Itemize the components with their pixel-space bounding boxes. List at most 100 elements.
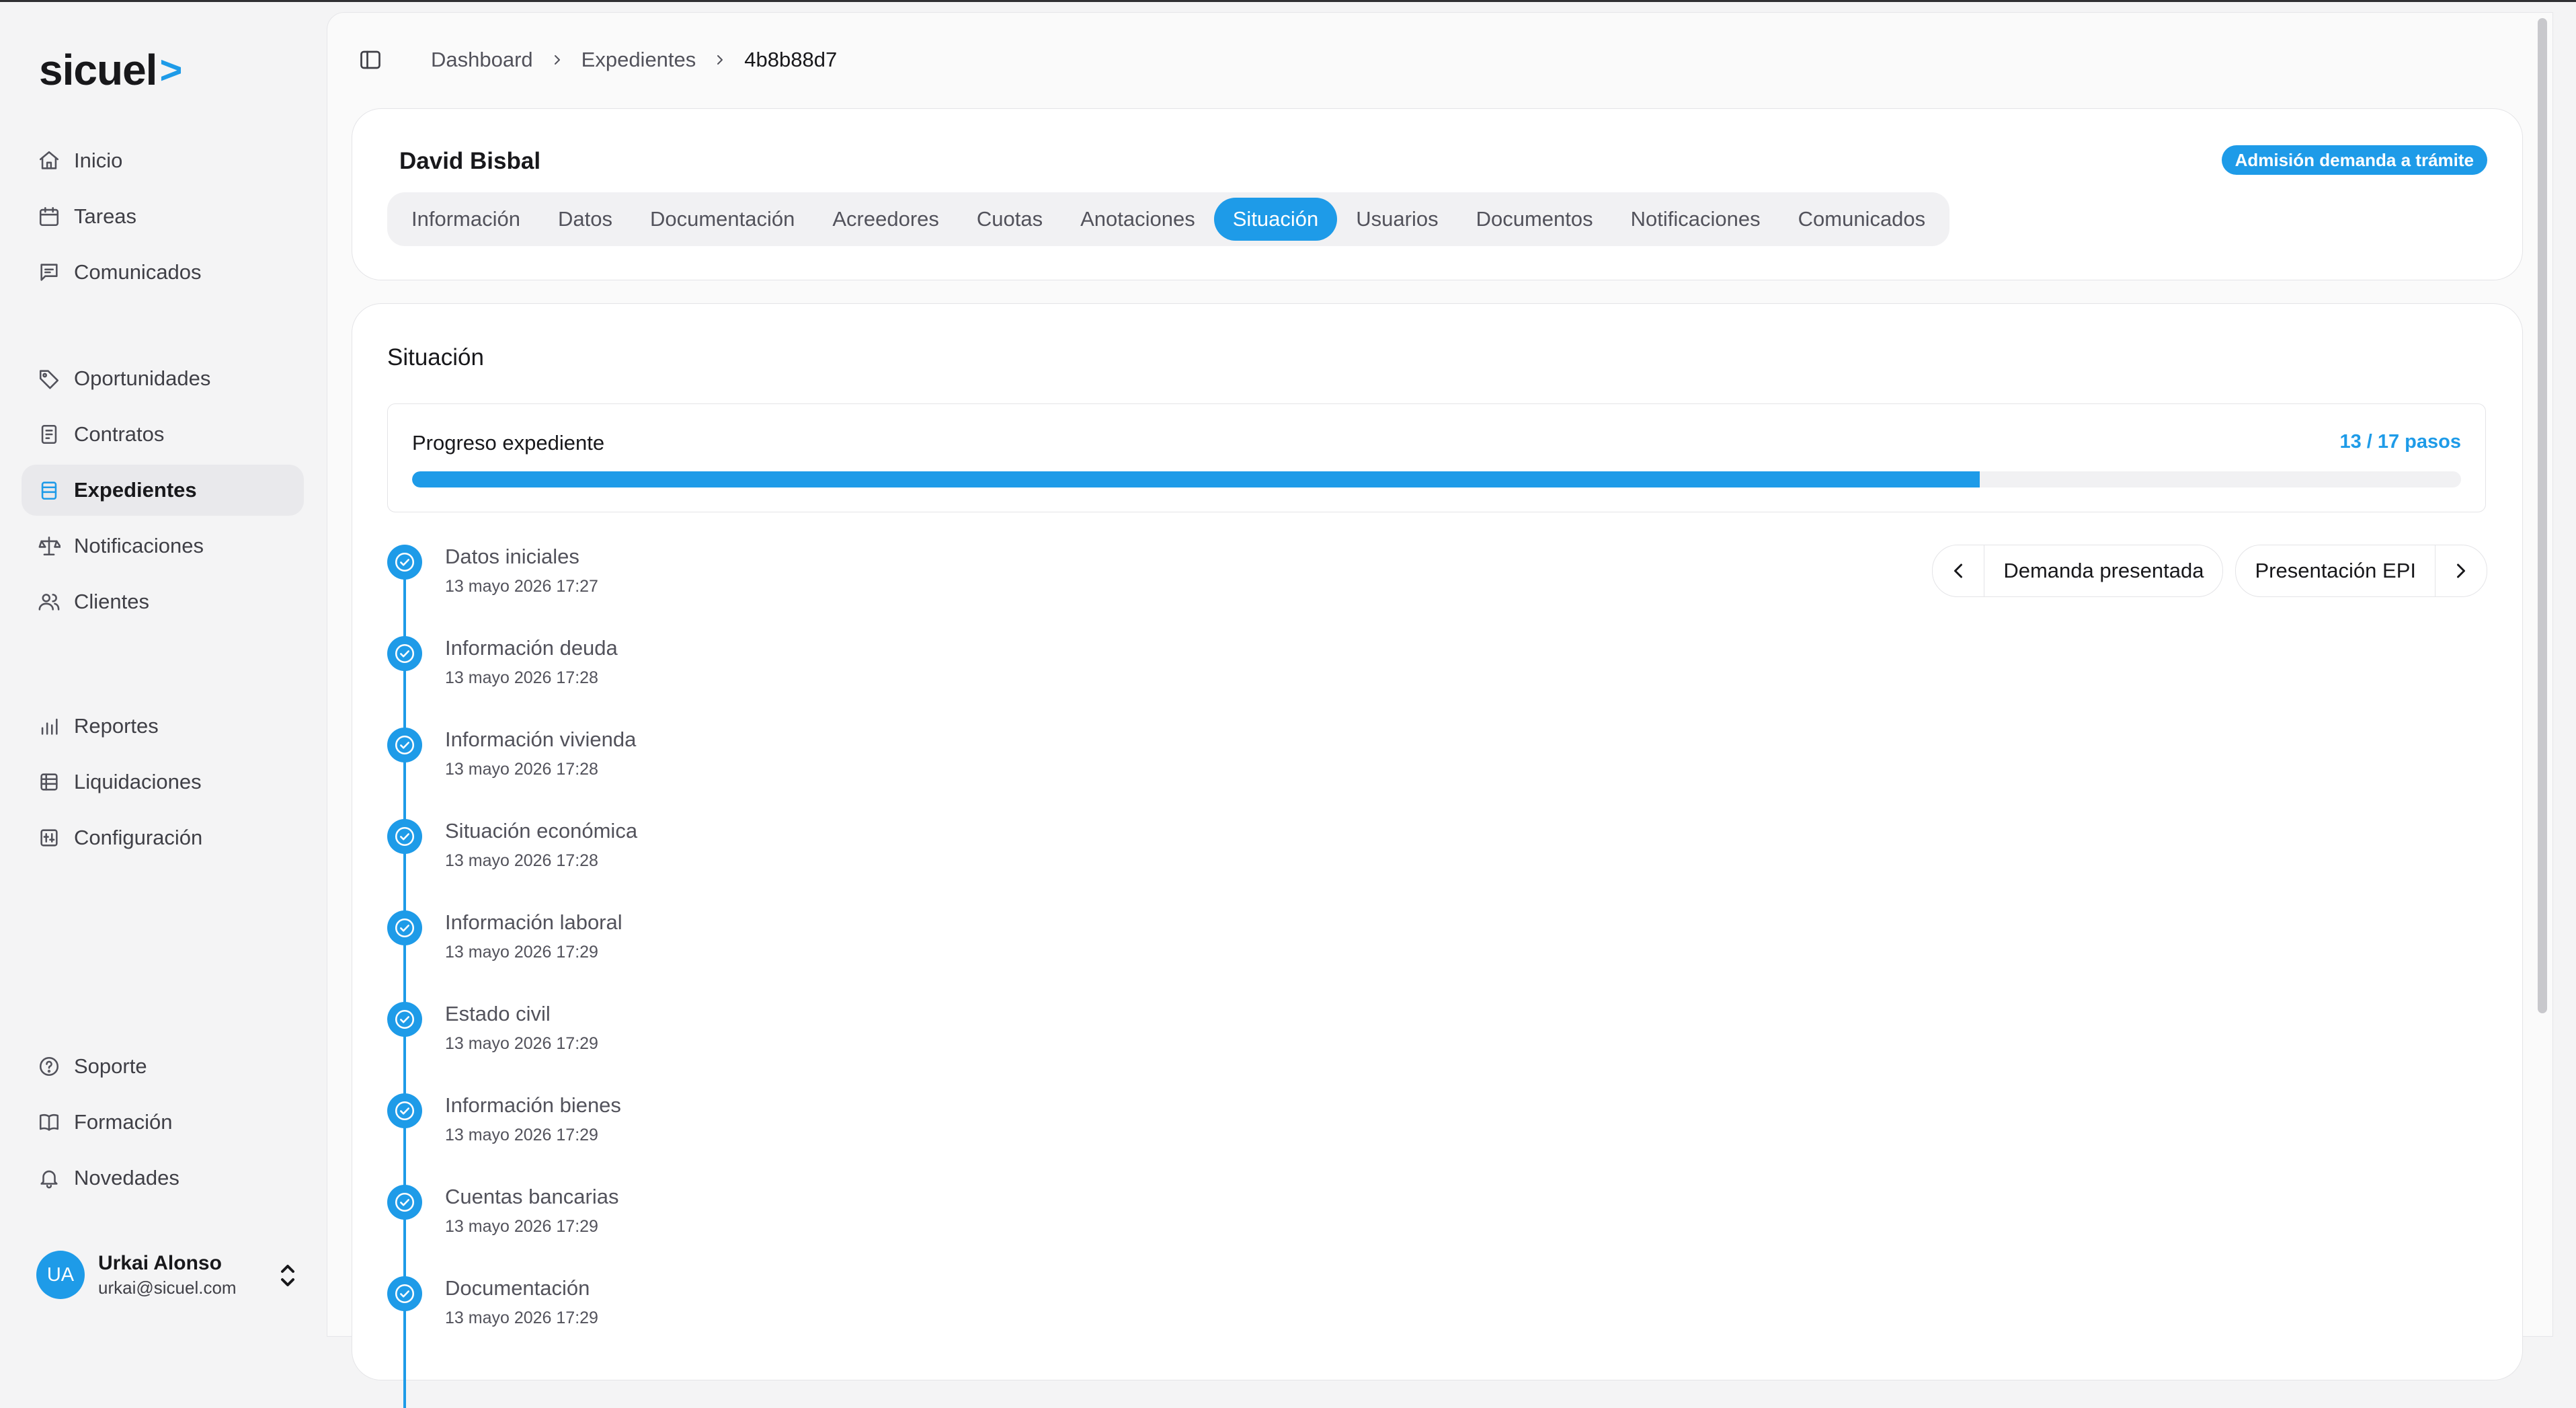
check-circle-icon <box>387 728 422 762</box>
tab-documentos[interactable]: Documentos <box>1457 198 1612 241</box>
step-title: Información deuda <box>445 636 618 660</box>
sidebar-item-comunicados[interactable]: Comunicados <box>22 247 304 298</box>
tab-informacion[interactable]: Información <box>393 198 539 241</box>
sidebar-item-tareas[interactable]: Tareas <box>22 191 304 242</box>
user-email: urkai@sicuel.com <box>98 1277 237 1298</box>
bell-icon <box>38 1167 61 1189</box>
step-date: 13 mayo 2026 17:27 <box>445 577 598 596</box>
tab-cuotas[interactable]: Cuotas <box>958 198 1061 241</box>
check-circle-icon <box>387 1276 422 1311</box>
progress-fill <box>412 471 1980 487</box>
calendar-icon <box>38 205 61 228</box>
tab-datos[interactable]: Datos <box>539 198 631 241</box>
chevrons-up-down-icon[interactable] <box>277 1262 298 1289</box>
progress-count: 13 / 17 pasos <box>2339 431 2461 453</box>
breadcrumb: Dashboard Expedientes 4b8b88d7 <box>431 46 837 73</box>
sidebar-item-contratos[interactable]: Contratos <box>22 409 304 460</box>
user-info: Urkai Alonso urkai@sicuel.com <box>98 1252 237 1298</box>
sidebar-item-clientes[interactable]: Clientes <box>22 576 304 627</box>
step-date: 13 mayo 2026 17:29 <box>445 1126 598 1144</box>
step-date: 13 mayo 2026 17:29 <box>445 943 598 962</box>
breadcrumb-expedientes[interactable]: Expedientes <box>581 48 696 72</box>
check-circle-icon <box>387 636 422 671</box>
check-circle-icon <box>387 910 422 945</box>
sidebar-item-label: Oportunidades <box>74 366 211 390</box>
step-title: Información vivienda <box>445 728 637 751</box>
step-title: Documentación <box>445 1276 590 1300</box>
tab-bar: Información Datos Documentación Acreedor… <box>387 192 1950 246</box>
step-title: Información bienes <box>445 1093 621 1117</box>
timeline-step: Datos iniciales 13 mayo 2026 17:27 <box>387 545 1059 612</box>
chevron-right-icon <box>554 55 560 65</box>
tab-situacion[interactable]: Situación <box>1213 198 1338 241</box>
timeline-step: Estado civil 13 mayo 2026 17:29 <box>387 1002 1059 1069</box>
step-date: 13 mayo 2026 17:29 <box>445 1308 598 1327</box>
status-badge: Admisión demanda a trámite <box>2221 145 2487 175</box>
check-circle-icon <box>387 1185 422 1220</box>
step-title: Situación económica <box>445 819 638 843</box>
timeline-step: Información laboral 13 mayo 2026 17:29 <box>387 910 1059 978</box>
sidebar-item-label: Contratos <box>74 422 165 446</box>
step-title: Estado civil <box>445 1002 551 1025</box>
timeline-step: Información deuda 13 mayo 2026 17:28 <box>387 636 1059 703</box>
sidebar-item-oportunidades[interactable]: Oportunidades <box>22 353 304 404</box>
coins-icon <box>38 771 61 793</box>
sidebar-item-notificaciones[interactable]: Notificaciones <box>22 520 304 572</box>
folder-icon <box>38 479 61 502</box>
timeline-step: Documentación 13 mayo 2026 17:29 <box>387 1276 1059 1343</box>
sidebar-item-soporte[interactable]: Soporte <box>22 1041 304 1092</box>
tab-acreedores[interactable]: Acreedores <box>813 198 958 241</box>
tab-documentacion[interactable]: Documentación <box>631 198 813 241</box>
sidebar-item-configuracion[interactable]: Configuración <box>22 812 304 863</box>
sidebar-item-label: Soporte <box>74 1054 147 1078</box>
step-title: Información laboral <box>445 910 622 934</box>
timeline-step: Información vivienda 13 mayo 2026 17:28 <box>387 728 1059 795</box>
progress-label: Progreso expediente <box>412 431 605 455</box>
logo-mark: > <box>159 48 182 92</box>
sidebar-item-expedientes[interactable]: Expedientes <box>22 465 304 516</box>
logo-text: sicuel <box>39 46 157 94</box>
check-circle-icon <box>387 819 422 854</box>
sidebar-item-inicio[interactable]: Inicio <box>22 135 304 186</box>
sidebar-item-liquidaciones[interactable]: Liquidaciones <box>22 756 304 808</box>
previous-stage-button[interactable]: Demanda presentada <box>1932 545 2224 597</box>
sidebar-item-label: Formación <box>74 1110 173 1134</box>
bar-chart-icon <box>38 715 61 738</box>
breadcrumb-dashboard[interactable]: Dashboard <box>431 48 533 72</box>
tab-usuarios[interactable]: Usuarios <box>1337 198 1457 241</box>
message-icon <box>38 261 61 284</box>
tab-comunicados[interactable]: Comunicados <box>1779 198 1945 241</box>
scrollbar[interactable] <box>2538 18 2547 1013</box>
contract-icon <box>38 423 61 446</box>
chevron-right-icon <box>2436 545 2487 596</box>
stage-navigation: Demanda presentada Presentación EPI <box>1932 545 2487 597</box>
sidebar-item-label: Configuración <box>74 826 203 849</box>
case-header-card: David Bisbal Admisión demanda a trámite … <box>352 108 2523 280</box>
sidebar-item-reportes[interactable]: Reportes <box>22 701 304 752</box>
sidebar-item-label: Liquidaciones <box>74 770 202 793</box>
sidebar-item-label: Expedientes <box>74 478 197 502</box>
progress-bar <box>412 471 2461 487</box>
sidebar-item-label: Inicio <box>74 149 123 172</box>
user-menu[interactable]: UA Urkai Alonso urkai@sicuel.com <box>36 1245 305 1305</box>
sidebar-item-formacion[interactable]: Formación <box>22 1097 304 1148</box>
timeline-step: Información bienes 13 mayo 2026 17:29 <box>387 1093 1059 1161</box>
sidebar-item-label: Notificaciones <box>74 534 204 557</box>
check-circle-icon <box>387 1093 422 1128</box>
sidebar-item-label: Reportes <box>74 714 159 738</box>
breadcrumb-current: 4b8b88d7 <box>744 48 838 71</box>
home-icon <box>38 149 61 172</box>
users-icon <box>38 590 61 613</box>
sidebar-toggle-icon[interactable] <box>358 48 383 72</box>
previous-stage-label: Demanda presentada <box>1984 545 2222 596</box>
app-logo[interactable]: sicuel > <box>39 45 182 95</box>
tab-anotaciones[interactable]: Anotaciones <box>1061 198 1214 241</box>
avatar: UA <box>36 1251 85 1299</box>
progress-panel: Progreso expediente 13 / 17 pasos <box>387 403 2486 512</box>
scale-icon <box>38 535 61 557</box>
step-date: 13 mayo 2026 17:28 <box>445 760 598 779</box>
tab-notificaciones[interactable]: Notificaciones <box>1612 198 1779 241</box>
sidebar-item-novedades[interactable]: Novedades <box>22 1152 304 1204</box>
step-date: 13 mayo 2026 17:28 <box>445 668 598 687</box>
next-stage-button[interactable]: Presentación EPI <box>2235 545 2487 597</box>
